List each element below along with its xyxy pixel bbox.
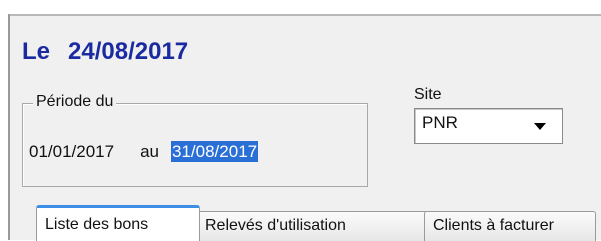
chevron-down-icon[interactable]: [534, 123, 546, 130]
tab-label: Liste des bons: [45, 216, 149, 233]
site-label: Site: [414, 86, 442, 103]
period-separator-label: au: [140, 142, 160, 161]
site-selected-value: PNR: [422, 113, 458, 132]
tab-label: Clients à facturer: [433, 217, 554, 234]
tab-liste-des-bons[interactable]: Liste des bons: [36, 205, 200, 241]
period-start-field[interactable]: 01/01/2017: [29, 142, 114, 161]
tab-label: Relevés d'utilisation: [205, 217, 346, 234]
site-select[interactable]: PNR: [414, 108, 563, 144]
window-top-border: [0, 0, 601, 16]
tab-clients-a-facturer[interactable]: Clients à facturer: [424, 211, 596, 241]
date-prefix: Le: [22, 38, 51, 65]
tab-releves-utilisation[interactable]: Relevés d'utilisation: [196, 211, 428, 241]
period-legend: Période du: [33, 93, 117, 111]
tab-bar: Liste des bons Relevés d'utilisation Cli…: [30, 205, 601, 241]
app-window: Le 24/08/2017 Période du 01/01/2017 au 31/0…: [0, 0, 601, 241]
period-end-field[interactable]: 31/08/2017: [171, 141, 259, 162]
period-row: 01/01/2017 au 31/08/2017: [29, 141, 259, 162]
date-header: Le 24/08/2017: [22, 38, 188, 66]
current-date: 24/08/2017: [68, 38, 189, 65]
window-left-border: [0, 14, 10, 240]
period-groupbox: Période du 01/01/2017 au 31/08/2017: [22, 93, 368, 187]
